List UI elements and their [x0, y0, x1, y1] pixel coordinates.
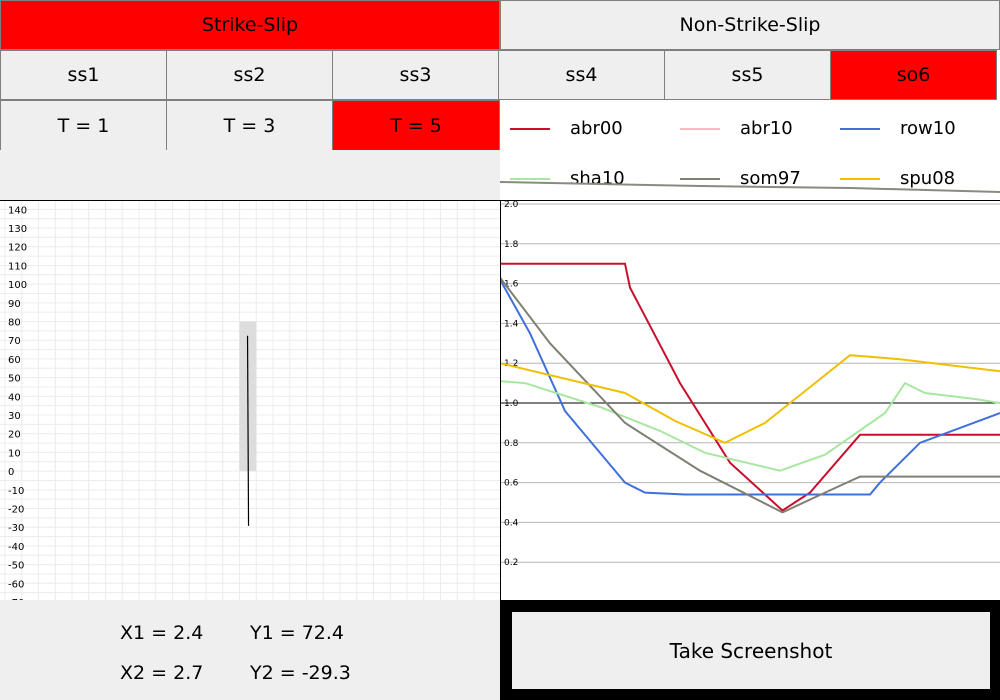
y-tick-label: 0.6	[504, 479, 519, 489]
y-tick-label: 0.4	[504, 518, 519, 528]
y-tick-label: 30	[8, 411, 21, 422]
y-tick-label: 60	[8, 355, 21, 366]
y-tick-label: 0	[8, 467, 14, 478]
non-strike-slip-tab[interactable]: Non-Strike-Slip	[500, 0, 1000, 50]
legend-label: abr00	[570, 118, 623, 139]
y-tick-label: 120	[8, 243, 27, 254]
model-tab-ss5[interactable]: ss5	[664, 50, 831, 100]
model-tab-ss1[interactable]: ss1	[0, 50, 167, 100]
y1-readout: Y1 = 72.4	[250, 622, 344, 644]
y-tick-label: 0.2	[504, 558, 518, 568]
header-divider	[0, 200, 1000, 201]
model-tab-ss2[interactable]: ss2	[166, 50, 333, 100]
legend-label: abr10	[740, 118, 793, 139]
chart-divider	[500, 200, 501, 600]
legend-label: row10	[900, 118, 956, 139]
legend-swatch	[840, 128, 880, 130]
model-tab-so6[interactable]: so6	[830, 50, 997, 100]
y-tick-label: 50	[8, 374, 21, 385]
y-tick-label: 1.8	[504, 240, 519, 250]
x2-readout: X2 = 2.7	[120, 662, 204, 684]
y-tick-label: 2.0	[504, 200, 519, 210]
top-overflow-curve	[500, 181, 1000, 193]
y2-readout: Y2 = -29.3	[250, 662, 351, 684]
period-tab-t5[interactable]: T = 5	[332, 100, 500, 150]
y-tick-label: 140	[8, 205, 27, 216]
fault-geometry-chart[interactable]: 1401301201101009080706050403020100-10-20…	[0, 200, 500, 620]
coordinate-panel: X1 = 2.4 Y1 = 72.4 X2 = 2.7 Y2 = -29.3	[0, 600, 500, 700]
response-spectrum-chart: 2.01.81.61.41.21.00.80.60.40.2	[500, 181, 1000, 600]
y-tick-label: -40	[8, 542, 24, 553]
y-tick-label: 1.0	[504, 399, 519, 409]
legend-swatch	[510, 128, 550, 130]
y-tick-label: 20	[8, 430, 21, 441]
model-tab-ss4[interactable]: ss4	[498, 50, 665, 100]
y-tick-label: -30	[8, 523, 24, 534]
y-tick-label: -60	[8, 579, 24, 590]
period-tab-t3[interactable]: T = 3	[166, 100, 333, 150]
period-tab-t1[interactable]: T = 1	[0, 100, 167, 150]
y-tick-label: 130	[8, 224, 27, 235]
y-tick-label: -10	[8, 486, 24, 497]
y-tick-label: -50	[8, 561, 24, 572]
take-screenshot-button[interactable]: Take Screenshot	[512, 612, 990, 689]
strike-slip-tab[interactable]: Strike-Slip	[0, 0, 500, 50]
y-tick-label: 100	[8, 280, 27, 291]
x1-readout: X1 = 2.4	[120, 622, 204, 644]
legend-swatch	[680, 128, 720, 130]
y-tick-label: 1.4	[504, 319, 519, 329]
y-tick-label: 0.8	[504, 439, 519, 449]
y-tick-label: 80	[8, 318, 21, 329]
y-tick-label: 90	[8, 299, 21, 310]
model-tab-ss3[interactable]: ss3	[332, 50, 499, 100]
left-spacer	[0, 150, 500, 200]
y-tick-label: -20	[8, 505, 24, 516]
y-tick-label: 10	[8, 448, 21, 459]
y-tick-label: 70	[8, 336, 21, 347]
y-tick-label: 40	[8, 392, 21, 403]
y-tick-label: 110	[8, 261, 27, 272]
